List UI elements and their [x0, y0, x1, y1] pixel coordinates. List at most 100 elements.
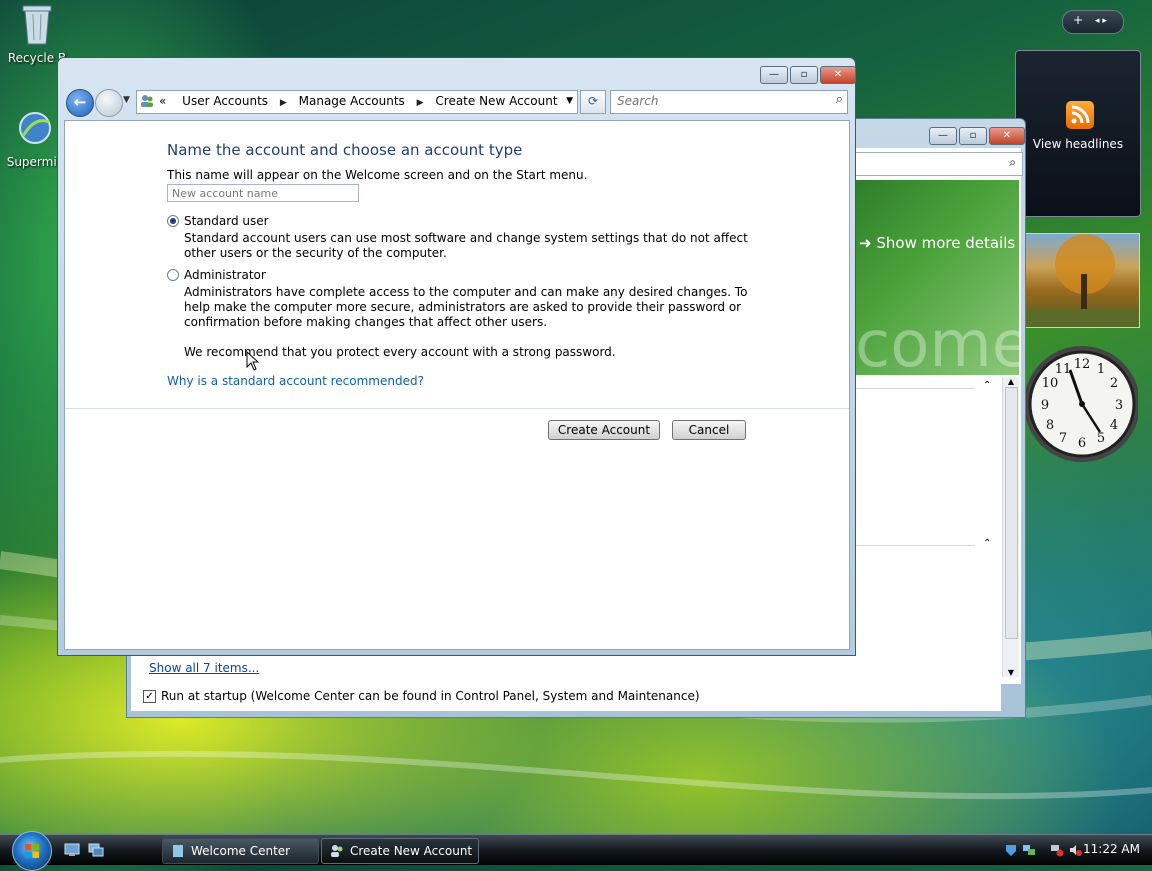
close-button[interactable]: ✕ — [820, 66, 856, 84]
add-gadget-button[interactable]: + — [1073, 13, 1083, 27]
address-dropdown-icon[interactable]: ▼ — [566, 96, 573, 106]
minimize-button[interactable]: — — [760, 66, 788, 84]
show-more-details-link[interactable]: ➜ Show more details — [859, 234, 1015, 252]
system-clock[interactable]: 11:22 AM — [1083, 842, 1140, 856]
collapse-chevron-icon[interactable]: ⌃ — [983, 380, 991, 391]
breadcrumb-manage-accounts[interactable]: Manage Accounts — [299, 94, 405, 108]
address-bar[interactable]: « User Accounts ▶ Manage Accounts ▶ Crea… — [136, 90, 578, 114]
scrollbar-up-arrow[interactable]: ▲ — [1003, 377, 1019, 386]
scrollbar-down-arrow[interactable]: ▼ — [1003, 668, 1019, 677]
clock-numeral: 8 — [1046, 418, 1054, 433]
recent-pages-dropdown-icon[interactable]: ▼ — [123, 95, 130, 105]
rss-icon — [1066, 101, 1094, 129]
desktop-icon-recycle-bin[interactable]: Recycle B — [2, 2, 72, 65]
breadcrumb-overflow[interactable]: « — [159, 94, 166, 108]
standard-user-option[interactable]: Standard user — [167, 214, 269, 228]
breadcrumb-separator-icon[interactable]: ▶ — [417, 98, 424, 108]
account-name-input[interactable] — [167, 184, 359, 202]
create-new-account-window[interactable]: — ▫ ✕ ← ▼ « User Accounts ▶ Manage Accou… — [57, 57, 856, 656]
scrollbar-thumb[interactable] — [1005, 387, 1018, 639]
cancel-button[interactable]: Cancel — [672, 420, 746, 440]
tray-volume-muted-icon[interactable] — [1068, 843, 1082, 857]
maximize-button[interactable]: ▫ — [959, 127, 987, 145]
run-at-startup-label: Run at startup (Welcome Center can be fo… — [161, 689, 700, 703]
breadcrumb-create-new-account[interactable]: Create New Account — [435, 94, 557, 108]
tray-network-error-icon[interactable] — [1050, 843, 1064, 857]
show-all-items-link[interactable]: Show all 7 items... — [149, 661, 259, 675]
breadcrumb-separator-icon[interactable]: ▶ — [280, 98, 287, 108]
switch-windows-icon[interactable] — [88, 843, 104, 857]
divider — [855, 388, 975, 389]
search-box[interactable]: ⌕ — [610, 90, 848, 114]
clock-numeral: 3 — [1115, 398, 1123, 413]
run-at-startup-option[interactable]: ✓ Run at startup (Welcome Center can be … — [143, 689, 700, 703]
arrow-icon: ➜ — [859, 234, 872, 252]
clock-numeral: 9 — [1041, 398, 1049, 413]
supermicro-icon — [19, 112, 51, 144]
collapse-chevron-icon[interactable]: ⌃ — [983, 538, 991, 549]
administrator-option[interactable]: Administrator — [167, 268, 266, 282]
create-account-button[interactable]: Create Account — [548, 420, 660, 440]
maximize-button[interactable]: ▫ — [790, 66, 818, 84]
divider — [65, 408, 849, 409]
minimize-button[interactable]: — — [929, 127, 957, 145]
clock-gadget[interactable]: 12 1 2 3 4 5 6 7 8 9 10 11 — [1026, 344, 1138, 466]
clock-numeral: 11 — [1055, 362, 1072, 377]
standard-account-help-link[interactable]: Why is a standard account recommended? — [167, 374, 424, 388]
password-recommendation: We recommend that you protect every acco… — [184, 345, 616, 359]
refresh-button[interactable]: ⟳ — [580, 90, 606, 114]
clock-numeral: 1 — [1097, 362, 1105, 377]
banner-watermark-text: come — [855, 308, 1019, 375]
tray-security-icon[interactable] — [1004, 843, 1018, 857]
windows-logo-icon — [25, 844, 39, 858]
standard-user-label[interactable]: Standard user — [184, 214, 269, 228]
taskbar-button-label: Welcome Center — [191, 844, 291, 858]
content-pane: Name the account and choose an account t… — [64, 120, 850, 650]
start-button[interactable] — [12, 831, 52, 871]
forward-button[interactable] — [95, 89, 123, 117]
vertical-scrollbar[interactable]: ▲ ▼ — [1002, 377, 1019, 677]
back-button[interactable]: ← — [66, 89, 94, 117]
welcome-search-box[interactable]: ⌕ — [855, 152, 1023, 176]
breadcrumb: « User Accounts ▶ Manage Accounts ▶ Crea… — [159, 94, 558, 108]
clock-numeral: 7 — [1059, 431, 1067, 446]
clock-numeral: 2 — [1110, 376, 1118, 391]
notification-area: 11:22 AM — [1000, 835, 1152, 865]
administrator-radio[interactable] — [167, 269, 179, 281]
taskbar-button-create-new-account[interactable]: Create New Account — [321, 838, 479, 864]
run-at-startup-checkbox[interactable]: ✓ — [143, 689, 156, 703]
create-window-caption-buttons: — ▫ ✕ — [760, 66, 856, 84]
close-button[interactable]: ✕ — [989, 127, 1025, 145]
divider — [855, 545, 975, 546]
administrator-label[interactable]: Administrator — [184, 268, 266, 282]
search-input[interactable] — [615, 93, 819, 109]
navigation-bar: ← ▼ « User Accounts ▶ Manage Accounts ▶ … — [64, 88, 848, 117]
gadget-nav-arrows[interactable]: ◂ ▸ — [1095, 16, 1107, 26]
tray-network-icon[interactable] — [1022, 843, 1036, 857]
feed-headlines-gadget[interactable]: View headlines — [1015, 50, 1141, 217]
page-title: Name the account and choose an account t… — [167, 141, 523, 159]
administrator-description: Administrators have complete access to t… — [184, 285, 748, 329]
taskbar-button-welcome-center[interactable]: Welcome Center — [162, 838, 319, 864]
clock-numeral: 6 — [1078, 436, 1086, 451]
taskbar: Welcome Center Create New Account 11:22 … — [0, 831, 1152, 871]
show-desktop-icon[interactable] — [64, 843, 80, 857]
search-icon[interactable]: ⌕ — [836, 92, 843, 107]
autumn-tree-image — [1025, 234, 1139, 327]
mouse-cursor-icon — [246, 351, 260, 371]
recycle-bin-icon — [22, 5, 52, 45]
feed-headlines-label: View headlines — [1032, 137, 1124, 151]
welcome-window-caption-buttons: — ▫ ✕ — [929, 127, 1025, 145]
clock-numeral: 10 — [1042, 376, 1059, 391]
slideshow-gadget[interactable] — [1024, 233, 1140, 328]
sidebar-control-bar: + ◂ ▸ — [1062, 10, 1124, 34]
standard-user-radio[interactable] — [167, 215, 179, 227]
name-hint-text: This name will appear on the Welcome scr… — [167, 168, 588, 182]
welcome-window-client: ⌕ ➜ Show more details come ⌃ ⌃ — [855, 148, 1023, 684]
taskbar-button-label: Create New Account — [350, 844, 473, 858]
welcome-center-icon — [173, 845, 183, 857]
standard-user-description: Standard account users can use most soft… — [184, 231, 748, 260]
breadcrumb-user-accounts[interactable]: User Accounts — [182, 94, 268, 108]
clock-numeral: 4 — [1110, 418, 1118, 433]
welcome-banner: ➜ Show more details come — [855, 180, 1019, 375]
